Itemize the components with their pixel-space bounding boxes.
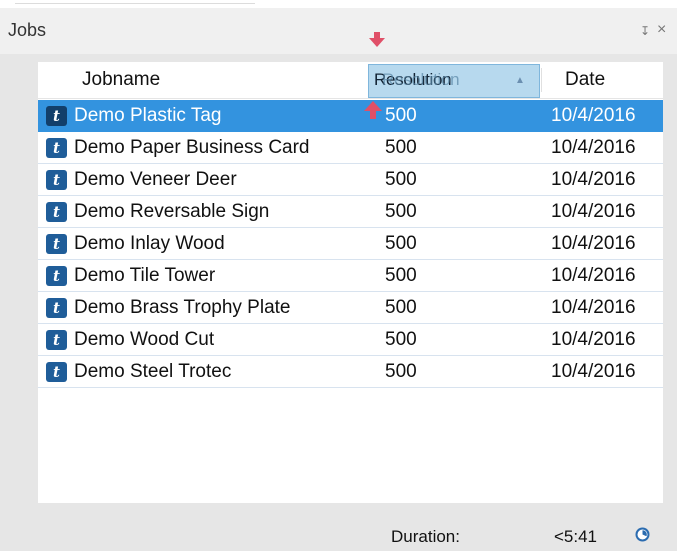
job-name-cell: Demo Veneer Deer xyxy=(74,169,237,190)
job-date-cell: 10/4/2016 xyxy=(551,329,636,350)
column-separator[interactable] xyxy=(541,68,542,92)
table-header: Jobname Resolution Resolution ▲ Date xyxy=(38,32,663,99)
job-date-cell: 10/4/2016 xyxy=(551,201,636,222)
job-icon: t xyxy=(46,362,67,382)
job-icon: t xyxy=(46,202,67,222)
panel-titlebar: Jobs ↧ × xyxy=(0,8,677,54)
jobs-panel: Jobs ↧ × Jobname Resolution Resolution ▲… xyxy=(0,0,677,551)
table-row[interactable]: t Demo Tile Tower 500 10/4/2016 xyxy=(38,260,663,292)
job-date-cell: 10/4/2016 xyxy=(551,233,636,254)
drop-indicator-up-arrow-icon xyxy=(364,101,382,111)
job-resolution-cell: 500 xyxy=(385,137,417,158)
job-icon: t xyxy=(46,298,67,318)
top-divider xyxy=(0,0,677,8)
column-header-resolution-ghost: Resolution xyxy=(382,70,460,89)
table-row[interactable]: t Demo Reversable Sign 500 10/4/2016 xyxy=(38,196,663,228)
close-icon[interactable]: × xyxy=(657,21,666,39)
job-icon: t xyxy=(46,234,67,254)
duration-value: <5:41 xyxy=(554,527,598,546)
job-resolution-cell: 500 xyxy=(385,233,417,254)
job-icon: t xyxy=(46,330,67,350)
job-date-cell: 10/4/2016 xyxy=(551,105,636,126)
job-date-cell: 10/4/2016 xyxy=(551,265,636,286)
job-resolution-cell: 500 xyxy=(385,329,417,350)
job-icon: t xyxy=(46,138,67,158)
drop-indicator-up-icon xyxy=(370,111,376,119)
jobs-table: Jobname Resolution Resolution ▲ Date t De… xyxy=(38,32,663,503)
panel-title: Jobs xyxy=(8,20,47,40)
job-icon: t xyxy=(46,266,67,286)
job-resolution-cell: 500 xyxy=(385,297,417,318)
job-date-cell: 10/4/2016 xyxy=(551,169,636,190)
job-resolution-cell: 500 xyxy=(385,201,417,222)
job-date-cell: 10/4/2016 xyxy=(551,361,636,382)
job-name-cell: Demo Wood Cut xyxy=(74,329,215,350)
job-resolution-cell: 500 xyxy=(385,169,417,190)
duration-label: Duration: xyxy=(391,527,460,546)
job-name-cell: Demo Steel Trotec xyxy=(74,361,232,382)
column-header-date[interactable]: Date xyxy=(565,62,605,98)
job-date-cell: 10/4/2016 xyxy=(551,137,636,158)
table-row[interactable]: t Demo Wood Cut 500 10/4/2016 xyxy=(38,324,663,356)
table-row[interactable]: t Demo Inlay Wood 500 10/4/2016 xyxy=(38,228,663,260)
job-name-cell: Demo Tile Tower xyxy=(74,265,216,286)
job-resolution-cell: 500 xyxy=(385,265,417,286)
sort-arrow-icon: ▲ xyxy=(515,75,525,86)
job-icon: t xyxy=(46,170,67,190)
table-row[interactable]: t Demo Plastic Tag 500 10/4/2016 xyxy=(38,100,663,132)
pin-icon[interactable]: ↧ xyxy=(640,24,650,38)
table-row[interactable]: t Demo Steel Trotec 500 10/4/2016 xyxy=(38,356,663,388)
job-resolution-cell: 500 xyxy=(385,361,417,382)
table-row[interactable]: t Demo Veneer Deer 500 10/4/2016 xyxy=(38,164,663,196)
table-row[interactable]: t Demo Paper Business Card 500 10/4/2016 xyxy=(38,132,663,164)
job-date-cell: 10/4/2016 xyxy=(551,297,636,318)
job-name-cell: Demo Plastic Tag xyxy=(74,105,222,126)
column-header-jobname[interactable]: Jobname xyxy=(82,62,160,98)
job-resolution-cell: 500 xyxy=(385,105,417,126)
job-name-cell: Demo Inlay Wood xyxy=(74,233,225,254)
job-icon: t xyxy=(46,106,67,126)
job-name-cell: Demo Reversable Sign xyxy=(74,201,270,222)
drop-indicator-down-arrow-icon xyxy=(369,38,385,47)
timer-icon[interactable] xyxy=(634,526,651,543)
job-name-cell: Demo Brass Trophy Plate xyxy=(74,297,291,318)
job-name-cell: Demo Paper Business Card xyxy=(74,137,310,158)
table-row[interactable]: t Demo Brass Trophy Plate 500 10/4/2016 xyxy=(38,292,663,324)
